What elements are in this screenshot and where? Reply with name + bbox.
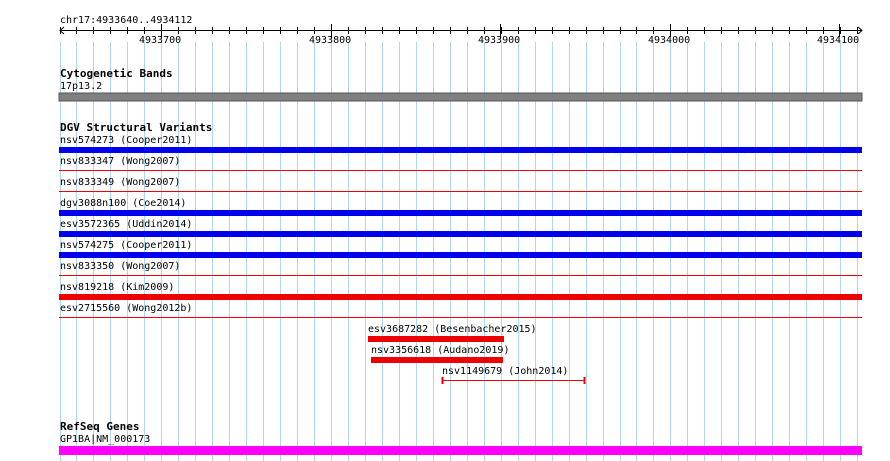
feature-layer [58,24,863,455]
variant-bar [368,336,504,342]
variant-bar [371,357,503,363]
variant-bar [59,147,862,153]
variant-bar [59,210,862,216]
cytoband-bar [58,92,863,102]
variant-bar [59,252,862,258]
genome-browser: chr17:4933640..4934112 4933700 4933800 4… [0,0,890,461]
variant-bar [59,294,862,300]
gene-bar [59,446,862,455]
variant-bar [59,231,862,237]
